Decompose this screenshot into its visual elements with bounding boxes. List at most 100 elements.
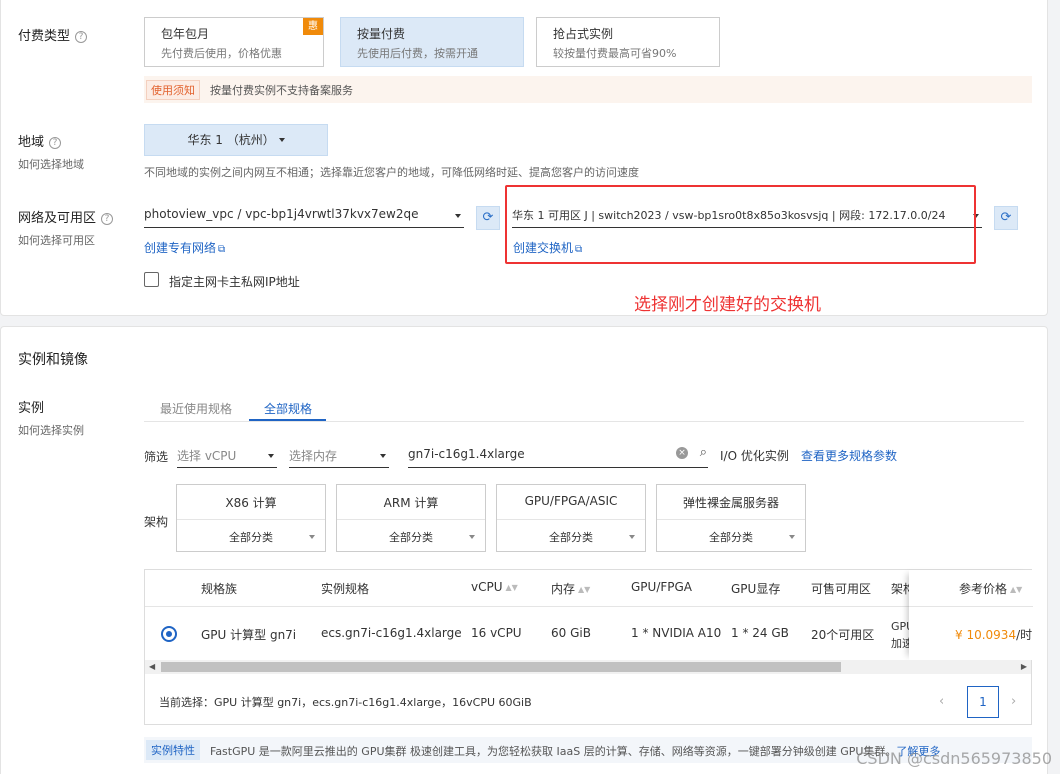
col-price[interactable]: 参考价格 ▲▼ <box>959 580 1022 597</box>
chevron-down-icon <box>789 535 795 539</box>
col-family: 规格族 <box>201 582 238 596</box>
prev-page-icon[interactable]: ‹ <box>939 694 944 709</box>
io-optimized-label: I/O 优化实例 <box>720 449 789 463</box>
arch-category-select[interactable]: 全部分类 <box>657 529 805 545</box>
header-divider <box>909 606 1033 607</box>
horizontal-scrollbar[interactable]: ◀ ▶ <box>145 660 1031 674</box>
billing-option-spot[interactable]: 抢占式实例 较按量付费最高可省90% <box>536 17 720 67</box>
memory-filter-select[interactable]: 选择内存 <box>289 444 389 468</box>
scroll-thumb[interactable] <box>161 662 841 672</box>
annotation-text: 选择刚才创建好的交换机 <box>634 295 821 315</box>
billing-option-title: 抢占式实例 <box>553 27 614 41</box>
instance-label: 实例 <box>18 401 45 416</box>
col-gpu: GPU/FPGA <box>631 580 693 594</box>
tab-all-specs[interactable]: 全部规格 <box>264 400 312 417</box>
help-icon[interactable]: ? <box>49 137 62 149</box>
arch-title: GPU/FPGA/ASIC <box>524 494 618 508</box>
feature-text: FastGPU 是一款阿里云推出的 GPU集群 极速创建工具，为您轻松获取 Ia… <box>210 745 941 758</box>
tab-divider <box>144 421 1024 422</box>
private-ip-checkbox[interactable] <box>144 272 159 287</box>
cell-zones: 20个可用区 <box>811 628 875 642</box>
arch-bare-metal[interactable]: 弹性裸金属服务器 全部分类 <box>656 484 806 552</box>
billing-notice: 使用须知 按量付费实例不支持备案服务 <box>144 76 1032 103</box>
notice-text: 按量付费实例不支持备案服务 <box>210 84 353 97</box>
refresh-icon: ⟳ <box>1000 210 1012 225</box>
sort-icon[interactable]: ▲▼ <box>506 583 518 592</box>
arch-label: 架构 <box>144 515 169 529</box>
scroll-right-icon[interactable]: ▶ <box>1021 660 1027 674</box>
cell-vcpu: 16 vCPU <box>471 626 522 640</box>
section-title: 实例和镜像 <box>18 352 88 368</box>
vcpu-placeholder: 选择 vCPU <box>177 449 237 463</box>
chevron-down-icon <box>309 535 315 539</box>
clear-icon[interactable]: × <box>676 447 688 459</box>
billing-option-title: 包年包月 <box>161 27 210 41</box>
spec-search-input[interactable]: gn7i-c16g1.4xlarge × ⌕ <box>408 444 708 468</box>
arch-gpu[interactable]: GPU/FPGA/ASIC 全部分类 <box>496 484 646 552</box>
arch-x86[interactable]: X86 计算 全部分类 <box>176 484 326 552</box>
region-select[interactable]: 华东 1 （杭州） <box>144 124 328 156</box>
billing-option-payg[interactable]: 按量付费 先使用后付费，按需开通 <box>340 17 524 67</box>
billing-option-desc: 较按量付费最高可省90% <box>553 47 677 60</box>
vcpu-filter-select[interactable]: 选择 vCPU <box>177 444 277 468</box>
header-divider <box>145 606 1031 607</box>
billing-option-subscription[interactable]: 包年包月 先付费后使用，价格优惠 惠 <box>144 17 324 67</box>
col-spec: 实例规格 <box>321 582 370 596</box>
create-vpc-link[interactable]: 创建专有网络 ⧉ <box>144 239 225 256</box>
region-label: 地域? <box>18 131 62 150</box>
region-value: 华东 1 （杭州） <box>187 133 275 147</box>
discount-badge: 惠 <box>303 18 323 35</box>
active-tab-indicator <box>249 419 326 421</box>
zone-help-link[interactable]: 如何选择可用区 <box>18 232 95 248</box>
arch-category-select[interactable]: 全部分类 <box>497 529 645 545</box>
region-help-link[interactable]: 如何选择地域 <box>18 156 84 172</box>
next-page-icon[interactable]: › <box>1011 694 1016 709</box>
filter-label: 筛选 <box>144 450 169 464</box>
memory-placeholder: 选择内存 <box>289 449 338 463</box>
search-icon[interactable]: ⌕ <box>700 445 707 460</box>
help-icon[interactable]: ? <box>101 213 114 225</box>
instance-help-link[interactable]: 如何选择实例 <box>18 422 84 438</box>
private-ip-label: 指定主网卡主私网IP地址 <box>169 275 300 289</box>
billing-label: 付费类型? <box>18 25 88 44</box>
refresh-vpc-button[interactable]: ⟳ <box>476 206 500 230</box>
chevron-down-icon <box>629 535 635 539</box>
tab-recent-specs[interactable]: 最近使用规格 <box>160 400 232 417</box>
more-specs-link[interactable]: 查看更多规格参数 <box>801 447 897 464</box>
vpc-value: photoview_vpc / vpc-bp1j4vrwtl37kvx7ew2q… <box>144 207 419 221</box>
arch-title: 弹性裸金属服务器 <box>682 496 779 510</box>
row-select-radio[interactable] <box>161 626 177 642</box>
sort-icon[interactable]: ▲▼ <box>1010 585 1022 594</box>
help-icon[interactable]: ? <box>75 31 88 43</box>
arch-category-select[interactable]: 全部分类 <box>337 529 485 545</box>
watermark: CSDN @csdn565973850 <box>856 749 1052 768</box>
network-label: 网络及可用区? <box>18 207 114 226</box>
col-memory[interactable]: 内存 ▲▼ <box>551 580 590 597</box>
current-selection: 当前选择：GPU 计算型 gn7i，ecs.gn7i-c16g1.4xlarge… <box>159 696 532 709</box>
vpc-select[interactable]: photoview_vpc / vpc-bp1j4vrwtl37kvx7ew2q… <box>144 204 464 228</box>
arch-arm[interactable]: ARM 计算 全部分类 <box>336 484 486 552</box>
arch-category-select[interactable]: 全部分类 <box>177 529 325 545</box>
chevron-down-icon <box>380 454 386 458</box>
page-button[interactable]: 1 <box>967 686 999 718</box>
billing-option-title: 按量付费 <box>357 27 406 41</box>
external-link-icon: ⧉ <box>218 244 226 255</box>
cell-gpu: 1 * NVIDIA A10 <box>631 626 722 640</box>
region-hint: 不同地域的实例之间内网互不相通；选择靠近您客户的地域，可降低网络时延、提高您客户… <box>144 166 639 179</box>
billing-option-desc: 先付费后使用，价格优惠 <box>161 47 282 60</box>
cell-price: ¥ 10.0934/时 <box>955 628 1033 642</box>
price-column: 参考价格 ▲▼ ¥ 10.0934/时 <box>909 570 1033 660</box>
sort-icon[interactable]: ▲▼ <box>578 585 590 594</box>
feature-tag: 实例特性 <box>146 740 200 760</box>
notice-tag: 使用须知 <box>146 80 200 100</box>
chevron-down-icon <box>469 535 475 539</box>
chevron-down-icon <box>278 138 285 142</box>
search-value: gn7i-c16g1.4xlarge <box>408 447 525 461</box>
annotation-highlight-box <box>505 185 976 264</box>
cell-family: GPU 计算型 gn7i <box>201 628 297 642</box>
cell-spec: ecs.gn7i-c16g1.4xlarge <box>321 626 462 640</box>
col-vcpu[interactable]: vCPU ▲▼ <box>471 580 518 594</box>
scroll-left-icon[interactable]: ◀ <box>149 660 155 674</box>
billing-option-desc: 先使用后付费，按需开通 <box>357 47 478 60</box>
refresh-vswitch-button[interactable]: ⟳ <box>994 206 1018 230</box>
